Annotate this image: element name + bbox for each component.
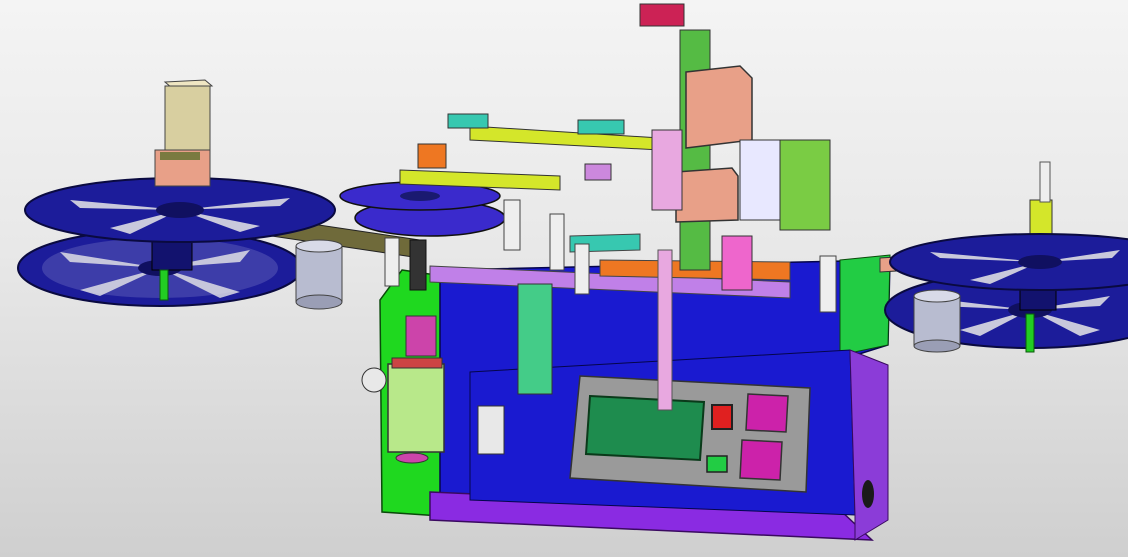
press-frame (679, 29, 711, 271)
press-head-upper (685, 65, 753, 149)
front-panel-box-side (849, 349, 889, 541)
machine-model[interactable] (0, 0, 1128, 557)
press-cylinder-top (639, 3, 685, 27)
press-rod (657, 249, 673, 411)
press-block-pink (651, 129, 683, 211)
middle-reels (339, 181, 506, 237)
magenta-button-bottom[interactable] (739, 439, 783, 481)
red-power-switch[interactable] (711, 404, 733, 430)
right-reel-assembly (879, 233, 1128, 353)
yellow-rail-top (469, 125, 661, 151)
green-start-button[interactable] (706, 455, 728, 473)
valve-fitting (361, 367, 387, 393)
side-frame-white (739, 139, 781, 221)
left-motor-block (154, 79, 214, 187)
left-reel-top (24, 177, 336, 243)
power-socket (862, 480, 874, 508)
beige-actuator (387, 363, 445, 453)
right-guide-roller (913, 289, 961, 353)
cad-viewport[interactable] (0, 0, 1128, 557)
left-reel-green-pin (159, 269, 169, 301)
side-frame-green (779, 139, 831, 231)
right-reel-top (889, 233, 1128, 291)
left-guide-roller (295, 239, 343, 310)
lcd-display[interactable] (584, 394, 706, 462)
magenta-button-top[interactable] (745, 393, 789, 433)
control-panel (569, 375, 811, 493)
press-head-lower (675, 167, 739, 223)
